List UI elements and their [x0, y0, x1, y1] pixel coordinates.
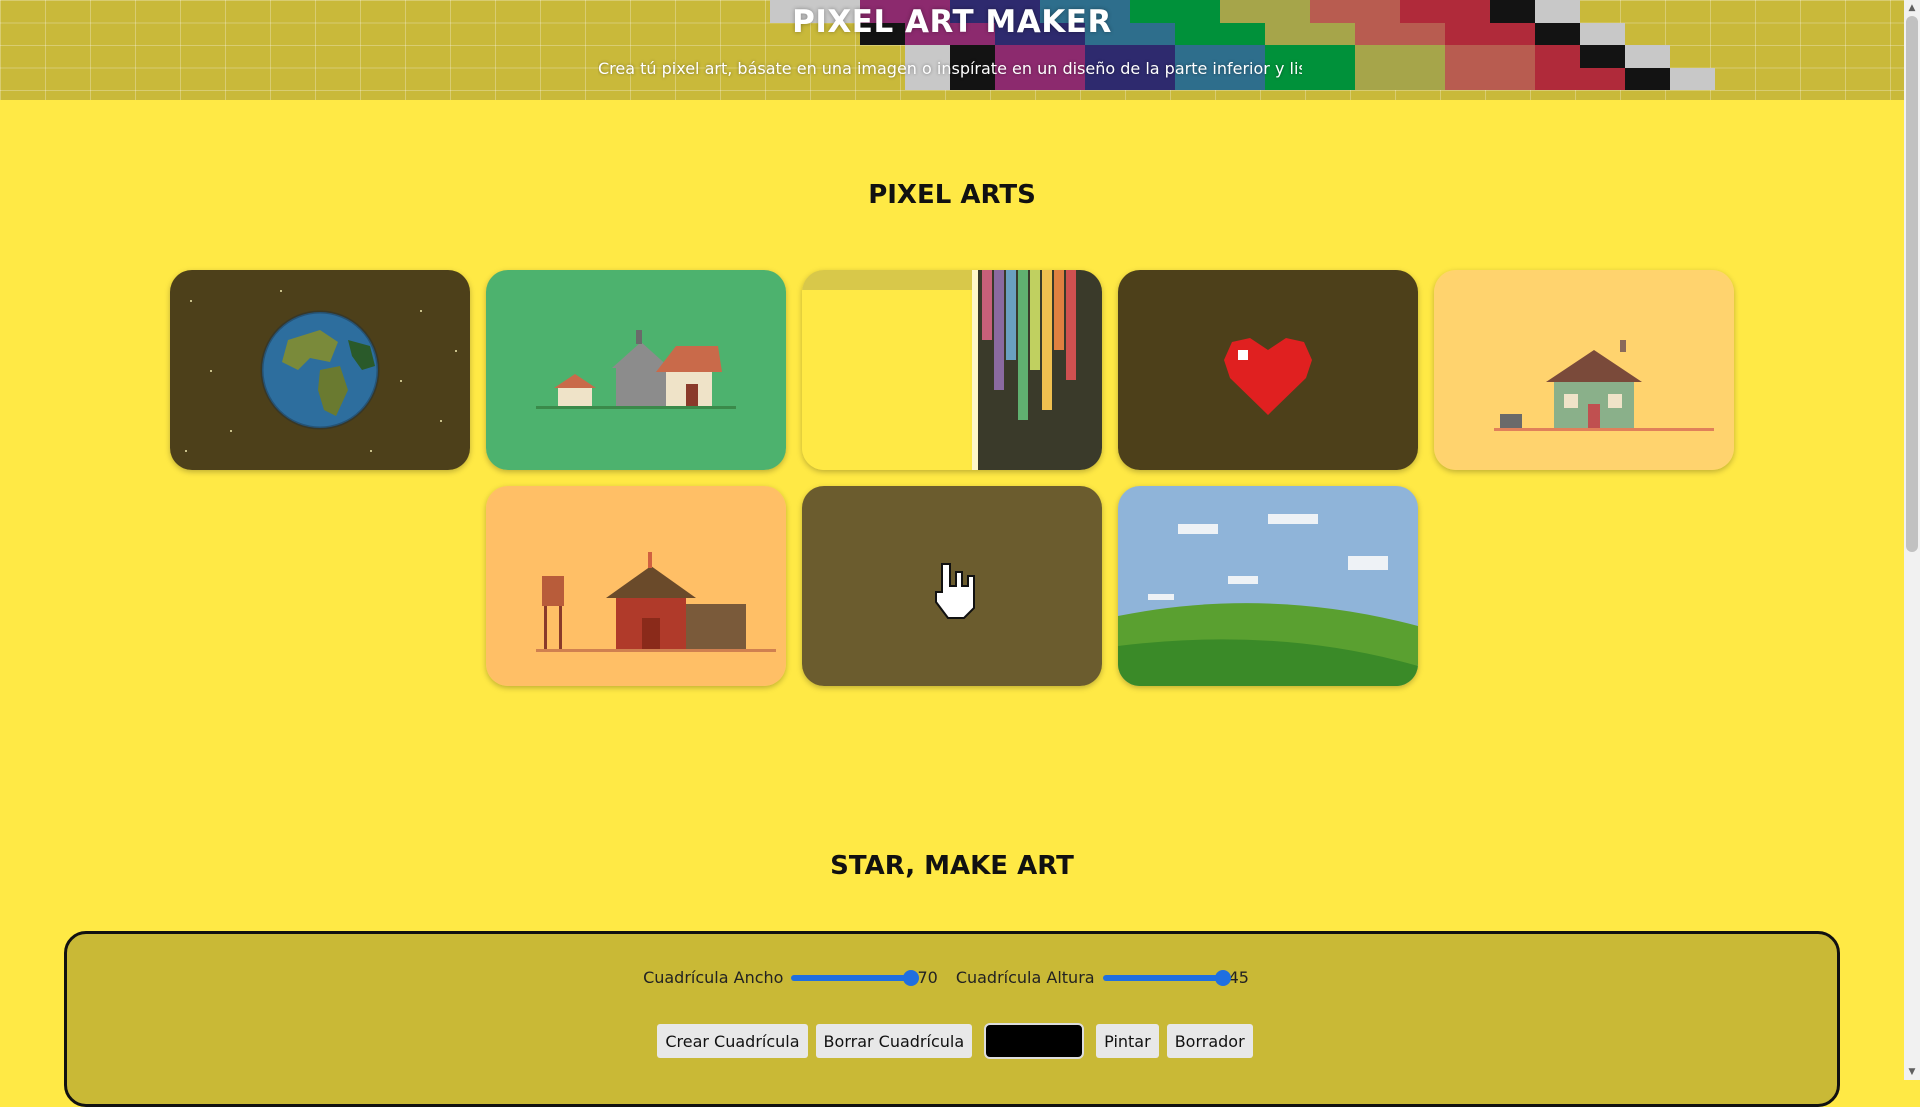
maker-panel: Cuadrícula Ancho 70 Cuadrícula Altura 45…: [64, 931, 1840, 1107]
grid-width-slider[interactable]: [791, 969, 920, 987]
gallery-card-landscape[interactable]: [1118, 486, 1418, 686]
slider-thumb[interactable]: [903, 969, 920, 986]
scrollbar-thumb[interactable]: [1906, 16, 1918, 552]
gallery-card-hand-cursor[interactable]: [802, 486, 1102, 686]
grid-height-slider[interactable]: [1102, 969, 1231, 987]
heart-art-image: [1118, 270, 1418, 470]
page-scrollbar[interactable]: ▲ ▼: [1904, 0, 1920, 1080]
tool-row: Crear Cuadrícula Borrar Cuadrícula Pinta…: [67, 1023, 1843, 1059]
cottage-art-image: [486, 270, 786, 470]
barn-art-image: [486, 486, 786, 686]
header-subtitle-marquee: Crea tú pixel art, básate en una imagen …: [598, 59, 1302, 78]
rainbow-drip-art-image: [802, 270, 1102, 470]
slider-thumb[interactable]: [1214, 969, 1231, 986]
color-picker[interactable]: [984, 1023, 1085, 1059]
hand-cursor-art-image: [802, 486, 1102, 686]
grid-height-label: Cuadrícula Altura: [955, 968, 1095, 987]
gallery-card-house[interactable]: [1434, 270, 1734, 470]
gallery-card-cottage[interactable]: [486, 270, 786, 470]
house-art-image: [1434, 270, 1734, 470]
maker-heading: STAR, MAKE ART: [830, 851, 1074, 881]
page-title: PIXEL ART MAKER: [792, 4, 1112, 40]
clear-grid-button[interactable]: Borrar Cuadrícula: [815, 1024, 973, 1058]
grid-height-value: 45: [1228, 968, 1249, 987]
grid-width-label: Cuadrícula Ancho: [643, 968, 784, 987]
gallery-card-barn[interactable]: [486, 486, 786, 686]
scroll-down-icon[interactable]: ▼: [1904, 1064, 1920, 1080]
grid-size-row: Cuadrícula Ancho 70 Cuadrícula Altura 45: [67, 968, 1843, 987]
scroll-up-icon[interactable]: ▲: [1904, 0, 1920, 16]
gallery-heading: PIXEL ARTS: [868, 180, 1036, 210]
gallery-card-rainbow-drip[interactable]: [802, 270, 1102, 470]
earth-art-image: [170, 270, 470, 470]
create-grid-button[interactable]: Crear Cuadrícula: [657, 1024, 808, 1058]
gallery-card-heart[interactable]: [1118, 270, 1418, 470]
paint-button[interactable]: Pintar: [1096, 1024, 1159, 1058]
landscape-art-image: [1118, 486, 1418, 686]
eraser-button[interactable]: Borrador: [1166, 1024, 1253, 1058]
page-header: PIXEL ART MAKER Crea tú pixel art, básat…: [0, 0, 1904, 100]
grid-width-value: 70: [917, 968, 938, 987]
gallery-card-earth[interactable]: [170, 270, 470, 470]
